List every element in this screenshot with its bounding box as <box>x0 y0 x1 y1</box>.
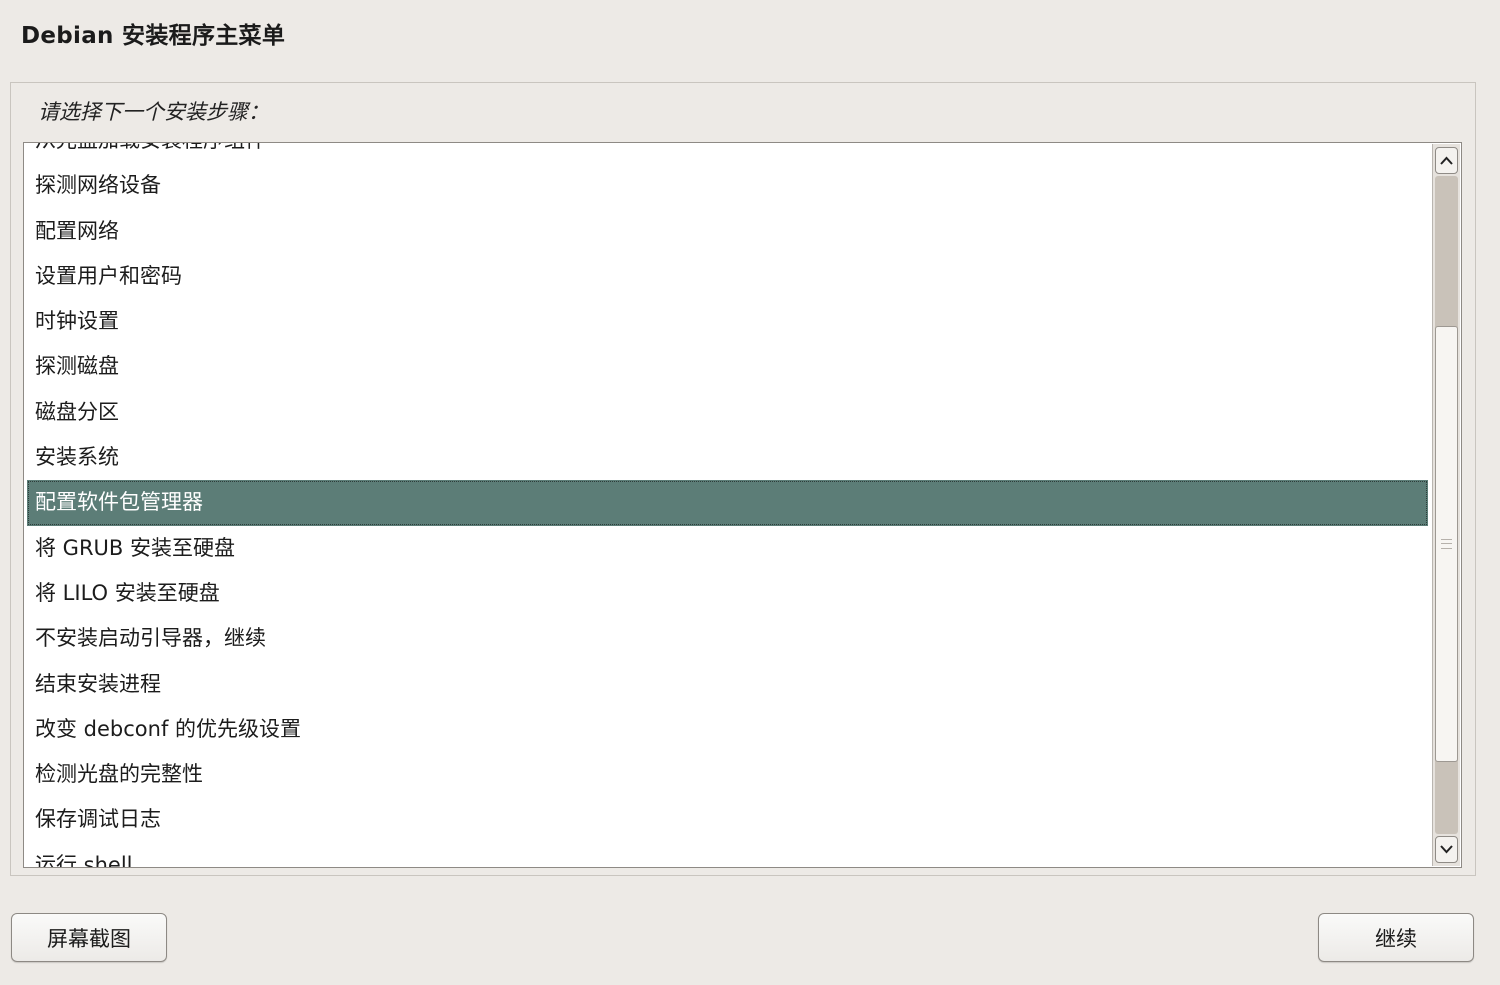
list-item[interactable]: 保存调试日志 <box>24 797 1430 842</box>
screenshot-button[interactable]: 屏幕截图 <box>11 913 167 962</box>
list-item[interactable]: 运行 shell <box>24 843 1430 867</box>
list-items: 从光盘加载安装程序组件探测网络设备配置网络设置用户和密码时钟设置探测磁盘磁盘分区… <box>24 143 1430 867</box>
window-title: Debian 安装程序主菜单 <box>21 23 286 49</box>
list-item[interactable]: 将 GRUB 安装至硬盘 <box>24 526 1430 571</box>
continue-button[interactable]: 继续 <box>1318 913 1474 962</box>
arrow-down-icon <box>1440 842 1453 858</box>
list-item[interactable]: 探测网络设备 <box>24 163 1430 208</box>
arrow-up-icon <box>1440 153 1453 169</box>
list-item[interactable]: 结束安装进程 <box>24 662 1430 707</box>
scroll-up-button[interactable] <box>1435 147 1458 174</box>
scroll-down-button[interactable] <box>1435 836 1458 863</box>
list-item[interactable]: 不安装启动引导器，继续 <box>24 616 1430 661</box>
prompt-text: 请选择下一个安装步骤： <box>38 100 269 124</box>
list-item[interactable]: 改变 debconf 的优先级设置 <box>24 707 1430 752</box>
scroll-thumb[interactable] <box>1435 326 1458 762</box>
list-item[interactable]: 从光盘加载安装程序组件 <box>24 143 1430 163</box>
vertical-scrollbar[interactable] <box>1432 144 1460 866</box>
list-item[interactable]: 探测磁盘 <box>24 344 1430 389</box>
install-steps-list[interactable]: 从光盘加载安装程序组件探测网络设备配置网络设置用户和密码时钟设置探测磁盘磁盘分区… <box>23 142 1462 868</box>
list-item-selected[interactable]: 配置软件包管理器 <box>27 480 1428 526</box>
list-item[interactable]: 配置网络 <box>24 209 1430 254</box>
list-item[interactable]: 检测光盘的完整性 <box>24 752 1430 797</box>
list-item[interactable]: 磁盘分区 <box>24 390 1430 435</box>
list-item[interactable]: 将 LILO 安装至硬盘 <box>24 571 1430 616</box>
scroll-grip-icon <box>1441 539 1452 549</box>
list-item[interactable]: 安装系统 <box>24 435 1430 480</box>
list-viewport: 从光盘加载安装程序组件探测网络设备配置网络设置用户和密码时钟设置探测磁盘磁盘分区… <box>24 143 1430 867</box>
list-item[interactable]: 设置用户和密码 <box>24 254 1430 299</box>
list-item[interactable]: 时钟设置 <box>24 299 1430 344</box>
